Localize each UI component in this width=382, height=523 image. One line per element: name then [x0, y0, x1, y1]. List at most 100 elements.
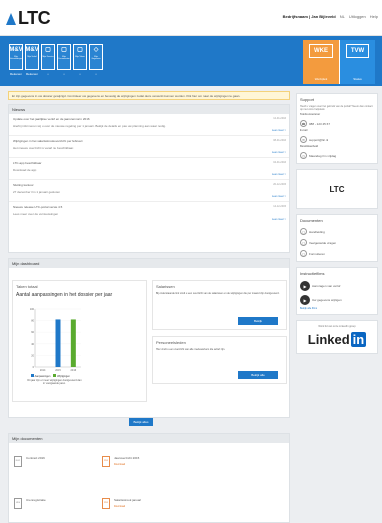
- news-item-title: Sluiting kantoor: [13, 183, 34, 187]
- read-more-link[interactable]: Lees meer >: [272, 195, 286, 198]
- tile-label: Mijn Vakantiedagen: [9, 56, 23, 60]
- play-icon: ▶: [300, 295, 310, 305]
- all-videos-link[interactable]: Bekijk alle films: [297, 307, 377, 314]
- mail-icon: ✉: [300, 136, 307, 143]
- help-link[interactable]: Help: [370, 14, 378, 19]
- phone-number: 088 - 123 45 67: [309, 121, 331, 126]
- linkedin-in: in: [350, 332, 367, 347]
- news-item-title: LTC-app beschikbaar: [13, 161, 42, 165]
- document-item[interactable]: DOC Contract 2016: [14, 456, 45, 467]
- document-icon: ▢: [300, 228, 307, 235]
- document-action[interactable]: Download: [114, 505, 141, 508]
- logout-link[interactable]: Uitloggen: [349, 14, 366, 19]
- status-box-status[interactable]: TVW Status: [339, 40, 375, 84]
- news-item[interactable]: Update over het jaarlijkse verlof en de …: [9, 114, 289, 136]
- phone-row[interactable]: ☎ 088 - 123 45 67: [297, 118, 377, 129]
- status-boxes: WKE Werkplek TVW Status: [303, 40, 375, 84]
- view-all-button[interactable]: Bekijk alles: [129, 418, 153, 426]
- docs-item[interactable]: ▢ Handleiding: [297, 226, 377, 237]
- document-item[interactable]: PDF Jaaroverzicht 2015 Download: [102, 456, 139, 467]
- tile-verlof[interactable]: M&V Mijn Verlof: [25, 44, 39, 70]
- promo-box[interactable]: LTC: [296, 169, 378, 209]
- x-tick-label: 2016: [71, 369, 77, 372]
- salary-card-text: Bij onderstaande link vindt u een overzi…: [156, 292, 280, 295]
- docs-item[interactable]: ▢ Formulieren: [297, 248, 377, 261]
- salary-view-button[interactable]: Bekijk: [238, 317, 278, 325]
- sidebar: Support Heeft u vragen over het gebruik …: [296, 93, 378, 359]
- personnel-view-button[interactable]: Bekijk alle: [238, 371, 278, 379]
- video-item[interactable]: ▶ Uw gegevens wijzigen: [297, 293, 377, 307]
- hours-text: Maandag t/m vrijdag: [309, 153, 337, 158]
- video-label: Aanvragen van verlof: [312, 284, 341, 288]
- tile-label: Mijn Documenten: [58, 56, 70, 60]
- tile-gegevens[interactable]: ◇ Mijn Gegevens: [89, 44, 103, 70]
- logo-mark-icon: [6, 11, 16, 27]
- linkedin-box[interactable]: Word lid van onze LinkedIn groep Linked i…: [296, 320, 378, 354]
- status-box-value: TVW: [345, 44, 370, 58]
- tile-icon: M&V: [9, 47, 23, 53]
- user-name-link[interactable]: Bedrijfsnaam | Jan Bijleveld: [283, 14, 336, 19]
- legend-label: Aanpassingen: [34, 375, 51, 378]
- email-row[interactable]: ✉ support@ltc.nl: [297, 134, 377, 145]
- bar: [70, 319, 76, 367]
- document-info: Salarisstrook januari Download: [114, 498, 141, 508]
- legend-item: Wijzigingen: [53, 374, 70, 378]
- status-box-value: WKE: [309, 44, 333, 58]
- notice-bar[interactable]: Er zijn gegevens in uw dossier gewijzigd…: [8, 91, 290, 100]
- tile-dossier[interactable]: ▢ Mijn Dossier: [41, 44, 55, 70]
- tile-label: Mijn Dossier: [42, 56, 54, 58]
- status-box-werkplek[interactable]: WKE Werkplek: [303, 40, 339, 84]
- news-item[interactable]: Nieuwe release LTC-portal versie 4.5 Lee…: [9, 202, 289, 224]
- read-more-link[interactable]: Lees meer >: [272, 129, 286, 132]
- read-more-link[interactable]: Lees meer >: [272, 218, 286, 221]
- tile-caption: •: [63, 72, 65, 76]
- document-icon: ▢: [300, 239, 307, 246]
- linkedin-text: Word lid van onze LinkedIn groep: [318, 325, 356, 328]
- tile-label: Mijn Verlof: [27, 56, 37, 58]
- legend-item: Aanpassingen: [31, 374, 50, 378]
- news-item-date: 14-12-2015: [273, 205, 286, 208]
- document-title: Salarisstrook januari: [114, 498, 142, 502]
- document-item[interactable]: XLS Urenregistratie: [14, 498, 46, 509]
- language-link[interactable]: NL: [340, 14, 345, 19]
- document-action[interactable]: Download: [114, 463, 139, 466]
- docs-item-label: Veelgestelde vragen: [309, 240, 337, 245]
- legend-swatch: [53, 374, 57, 377]
- document-item[interactable]: PDF Salarisstrook januari Download: [102, 498, 141, 509]
- news-panel: Nieuws Update over het jaarlijkse verlof…: [8, 104, 290, 253]
- linkedin-logo-icon: Linked in: [297, 330, 377, 353]
- docs-item[interactable]: ▢ Veelgestelde vragen: [297, 237, 377, 248]
- read-more-link[interactable]: Lees meer >: [272, 151, 286, 154]
- linkedin-brand: Linked: [307, 332, 350, 347]
- support-text: Heeft u vragen over het gebruik van de p…: [300, 105, 373, 111]
- tile-taken[interactable]: ▢ Mijn Taken: [73, 44, 87, 70]
- phone-icon: ☎: [300, 120, 307, 127]
- tile-label: Mijn Gegevens: [91, 56, 101, 60]
- status-box-label: Status: [353, 77, 362, 81]
- news-item[interactable]: LTC-app beschikbaar Download de app 04-0…: [9, 158, 289, 180]
- news-item[interactable]: Sluiting kantoor 27 december t/m 1 janua…: [9, 180, 289, 202]
- documents-title: Mijn documenten: [9, 434, 289, 443]
- tile-documenten[interactable]: ▢ Mijn Documenten: [57, 44, 71, 70]
- xls-file-icon: XLS: [14, 498, 22, 509]
- tile-vakantiedagen[interactable]: M&V Mijn Vakantiedagen: [9, 44, 23, 70]
- y-tick-label: 100: [30, 308, 35, 311]
- document-icon: ▢: [61, 47, 67, 53]
- legend-swatch: [31, 374, 34, 377]
- chart-title: Aantal aanpassingen in het dossier per j…: [16, 292, 113, 298]
- documents-panel: Mijn documenten: [8, 433, 290, 523]
- document-icon: ▢: [45, 47, 51, 53]
- news-item[interactable]: Wijzigingen in het salarisstrookoverzich…: [9, 136, 289, 158]
- diamond-icon: ◇: [93, 47, 99, 53]
- read-more-link[interactable]: Lees meer >: [272, 173, 286, 176]
- support-title: Support: [300, 97, 315, 102]
- tile-caption: •: [95, 72, 97, 76]
- logo[interactable]: LTC: [6, 8, 51, 29]
- tile-caption: Rekenen: [25, 72, 38, 76]
- document-icon: ▢: [77, 47, 83, 53]
- news-item-title: Nieuwe release LTC-portal versie 4.5: [13, 205, 63, 209]
- tile-caption: Rekenen: [9, 72, 22, 76]
- logo-text: LTC: [18, 8, 51, 28]
- personnel-card-text: Hier vindt u een overzicht van alle mede…: [156, 348, 226, 351]
- video-item[interactable]: ▶ Aanvragen van verlof: [297, 279, 377, 293]
